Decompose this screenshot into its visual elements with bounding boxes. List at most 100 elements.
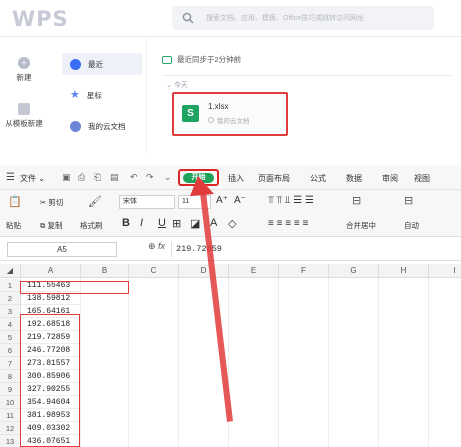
tab-page-layout[interactable]: 页面布局 [258, 173, 290, 184]
menu-file-label: 文件 [20, 174, 36, 183]
formula-bar: A5 ⊕ fx 219.72859 [0, 237, 461, 261]
column-gridline [278, 278, 279, 447]
row-header[interactable]: 12 [0, 422, 21, 435]
row-header[interactable]: 1 [0, 279, 21, 292]
subnav-cloud-docs[interactable]: 我的云文档 [62, 115, 142, 137]
menu-file[interactable]: 文件 ⌄ [20, 173, 45, 184]
column-header-a[interactable]: A [21, 264, 81, 278]
column-header-d[interactable]: D [179, 264, 229, 278]
wrap-text-icon[interactable]: ⊟ [404, 194, 413, 207]
file-card-1xlsx[interactable]: S 1.xlsx 我的云文档 [172, 92, 288, 136]
recent-icon [70, 58, 81, 70]
recent-files-area: 最近同步于2分钟前 ⌄ 今天 S 1.xlsx 我的云文档 [148, 37, 461, 153]
format-painter-label[interactable]: 格式刷 [80, 220, 103, 231]
underline-icon[interactable]: U [158, 217, 166, 229]
border-icon[interactable]: ⊞ [172, 217, 181, 230]
column-header-g[interactable]: G [329, 264, 379, 278]
row-header[interactable]: 7 [0, 357, 21, 370]
row-header[interactable]: 4 [0, 318, 21, 331]
font-name-select[interactable]: 宋体 [119, 195, 175, 209]
clear-icon[interactable]: ◇ [228, 217, 236, 230]
more-icon[interactable]: ⌄ [164, 172, 172, 183]
print-icon[interactable]: ⎗ [94, 172, 101, 183]
cut-button[interactable]: ✂ 剪切 [40, 197, 63, 208]
home-topbar: WPS 搜索文档、应用、模板、Office技巧或跳转访问网址 [0, 0, 461, 37]
cell-grid[interactable]: ◢ ABCDEFGHI 1 111.55463 2 138.59812 3 165.641… [0, 261, 461, 447]
sync-status-text: 最近同步于2分钟前 [177, 55, 242, 64]
copy-button[interactable]: ⧉ 复制 [40, 220, 62, 231]
formula-input[interactable]: 219.72859 [171, 242, 461, 257]
subnav-recent[interactable]: 最近 [62, 53, 142, 75]
paste-label[interactable]: 粘贴 [6, 220, 21, 231]
column-header-c[interactable]: C [129, 264, 179, 278]
decrease-font-icon[interactable]: A⁻ [234, 195, 246, 206]
name-box[interactable]: A5 [7, 242, 117, 257]
row-header[interactable]: 13 [0, 435, 21, 447]
italic-icon[interactable]: I [140, 217, 143, 229]
export-icon[interactable]: ⎙ [78, 172, 85, 183]
template-icon [18, 103, 30, 115]
increase-font-icon[interactable]: A⁺ [216, 195, 228, 206]
tab-data[interactable]: 数据 [346, 173, 362, 184]
print-preview-icon[interactable]: ▤ [110, 172, 119, 183]
row-header[interactable]: 5 [0, 331, 21, 344]
search-placeholder: 搜索文档、应用、模板、Office技巧或跳转访问网址 [206, 15, 365, 22]
column-gridline [178, 278, 179, 447]
sync-icon [162, 55, 172, 64]
font-size-select[interactable]: 11 [178, 195, 211, 209]
row-header[interactable]: 8 [0, 370, 21, 383]
cut-label: 剪切 [48, 198, 64, 207]
paste-icon[interactable]: 📋 [8, 195, 22, 208]
tab-start[interactable]: 开始 [183, 173, 214, 183]
merge-center-label[interactable]: 合并居中 [346, 220, 376, 231]
search-bar[interactable]: 搜索文档、应用、模板、Office技巧或跳转访问网址 [172, 6, 434, 30]
column-gridline [428, 278, 429, 447]
auto-label[interactable]: 自动 [404, 220, 419, 231]
column-header-e[interactable]: E [229, 264, 279, 278]
row-header[interactable]: 3 [0, 305, 21, 318]
save-icon[interactable]: ▣ [62, 172, 71, 183]
column-header-b[interactable]: B [81, 264, 129, 278]
function-icon[interactable]: ⊕ fx [148, 241, 165, 252]
column-header-h[interactable]: H [379, 264, 429, 278]
bold-icon[interactable]: B [122, 217, 130, 229]
highlight-box-row1 [20, 281, 129, 294]
group-label-today: ⌄ 今天 [166, 82, 188, 89]
file-location-text: 我的云文档 [217, 118, 250, 125]
font-color-icon[interactable]: A [210, 217, 217, 229]
nav-new-label: 新建 [16, 73, 32, 82]
fill-color-icon[interactable]: ◪ [190, 217, 200, 230]
tab-insert[interactable]: 插入 [228, 173, 244, 184]
row-header[interactable]: 6 [0, 344, 21, 357]
row-header[interactable]: 9 [0, 383, 21, 396]
nav-from-template[interactable]: 从模板新建 [0, 103, 48, 129]
align-left-icon[interactable]: ≡ ≡ ≡ ≡ ≡ [268, 218, 308, 229]
format-painter-icon[interactable]: 🖌 [88, 195, 102, 208]
left-nav: + 新建 从模板新建 [0, 37, 48, 153]
location-icon [208, 117, 214, 123]
tab-review[interactable]: 审阅 [382, 173, 398, 184]
row-header[interactable]: 11 [0, 409, 21, 422]
row-header[interactable]: 2 [0, 292, 21, 305]
plus-icon: + [18, 57, 30, 69]
sub-nav: 最近 ★ 星标 我的云文档 [52, 37, 147, 153]
nav-new[interactable]: + 新建 [0, 57, 48, 83]
menu-bar: ☰ 文件 ⌄ ▣ ⎙ ⎗ ▤ ↶ ↷ ⌄ 开始 插入 页面布局 公式 数据 审阅… [0, 165, 461, 190]
tab-formulas[interactable]: 公式 [310, 173, 326, 184]
merge-center-icon[interactable]: ⊟ [352, 194, 361, 207]
subnav-recent-label: 最近 [88, 59, 103, 69]
subnav-starred[interactable]: ★ 星标 [62, 84, 142, 106]
tab-start-highlight[interactable]: 开始 [178, 169, 219, 186]
column-header-f[interactable]: F [279, 264, 329, 278]
align-top-icon[interactable]: ⫪ ⫪ ⫫ ☰ ☰ [268, 195, 314, 206]
column-header-i[interactable]: I [429, 264, 461, 278]
tab-view[interactable]: 视图 [414, 173, 430, 184]
hamburger-icon[interactable]: ☰ [6, 172, 15, 183]
undo-icon[interactable]: ↶ [130, 172, 138, 183]
cloud-icon [70, 120, 81, 132]
row-header[interactable]: 10 [0, 396, 21, 409]
divider [162, 75, 452, 76]
column-gridline [128, 278, 129, 447]
select-all-corner[interactable]: ◢ [0, 264, 21, 278]
redo-icon[interactable]: ↷ [146, 172, 154, 183]
